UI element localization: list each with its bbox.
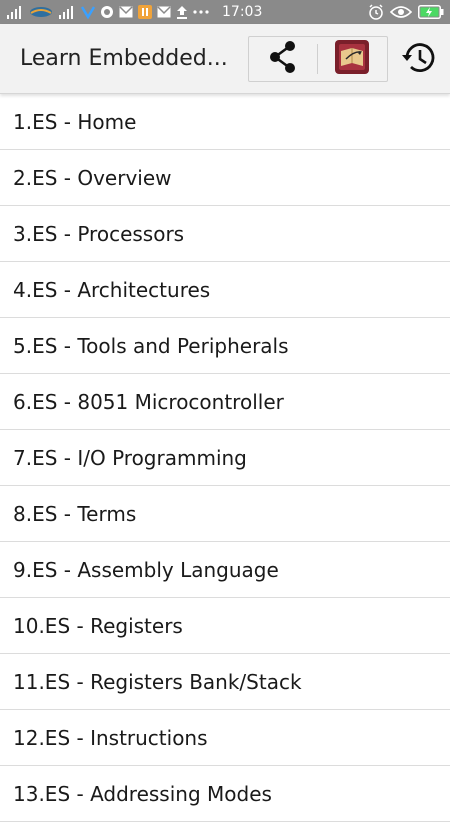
status-bar-right-icons bbox=[368, 4, 444, 20]
toolbar-action-group bbox=[248, 36, 388, 82]
book-button[interactable] bbox=[318, 37, 388, 81]
list-item[interactable]: 4.ES - Architectures bbox=[0, 262, 450, 318]
eye-icon bbox=[390, 5, 412, 19]
list-item[interactable]: 7.ES - I/O Programming bbox=[0, 430, 450, 486]
list-item[interactable]: 9.ES - Assembly Language bbox=[0, 542, 450, 598]
status-time: 17:03 bbox=[222, 4, 263, 20]
list-item[interactable]: 3.ES - Processors bbox=[0, 206, 450, 262]
app-icon bbox=[138, 5, 152, 19]
list-item[interactable]: 2.ES - Overview bbox=[0, 150, 450, 206]
history-button[interactable] bbox=[396, 38, 442, 82]
app-toolbar: Learn Embedded... bbox=[0, 24, 450, 94]
list-item[interactable]: 11.ES - Registers Bank/Stack bbox=[0, 654, 450, 710]
share-button[interactable] bbox=[249, 37, 317, 81]
upload-icon bbox=[176, 5, 188, 19]
alarm-icon bbox=[368, 4, 384, 20]
mail-icon bbox=[157, 6, 171, 18]
app-title: Learn Embedded... bbox=[20, 46, 228, 71]
list-item[interactable]: 1.ES - Home bbox=[0, 94, 450, 150]
notification-icon bbox=[81, 5, 95, 19]
history-icon bbox=[399, 38, 439, 82]
mail-icon bbox=[119, 6, 133, 18]
signal-icon bbox=[6, 5, 24, 19]
share-icon bbox=[266, 39, 300, 79]
list-item[interactable]: 6.ES - 8051 Microcontroller bbox=[0, 374, 450, 430]
list-item[interactable]: 10.ES - Registers bbox=[0, 598, 450, 654]
more-dots-icon bbox=[193, 10, 209, 14]
list-item[interactable]: 13.ES - Addressing Modes bbox=[0, 766, 450, 822]
battery-charging-icon bbox=[418, 5, 444, 19]
vpn-icon bbox=[100, 5, 114, 19]
carrier-icon bbox=[29, 5, 53, 19]
list-item[interactable]: 8.ES - Terms bbox=[0, 486, 450, 542]
status-bar-left-icons: 17:03 bbox=[6, 4, 262, 20]
topic-list: 1.ES - Home 2.ES - Overview 3.ES - Proce… bbox=[0, 94, 450, 822]
book-icon bbox=[334, 39, 370, 79]
status-bar: 17:03 bbox=[0, 0, 450, 24]
list-item[interactable]: 12.ES - Instructions bbox=[0, 710, 450, 766]
signal-icon bbox=[58, 5, 76, 19]
list-item[interactable]: 5.ES - Tools and Peripherals bbox=[0, 318, 450, 374]
